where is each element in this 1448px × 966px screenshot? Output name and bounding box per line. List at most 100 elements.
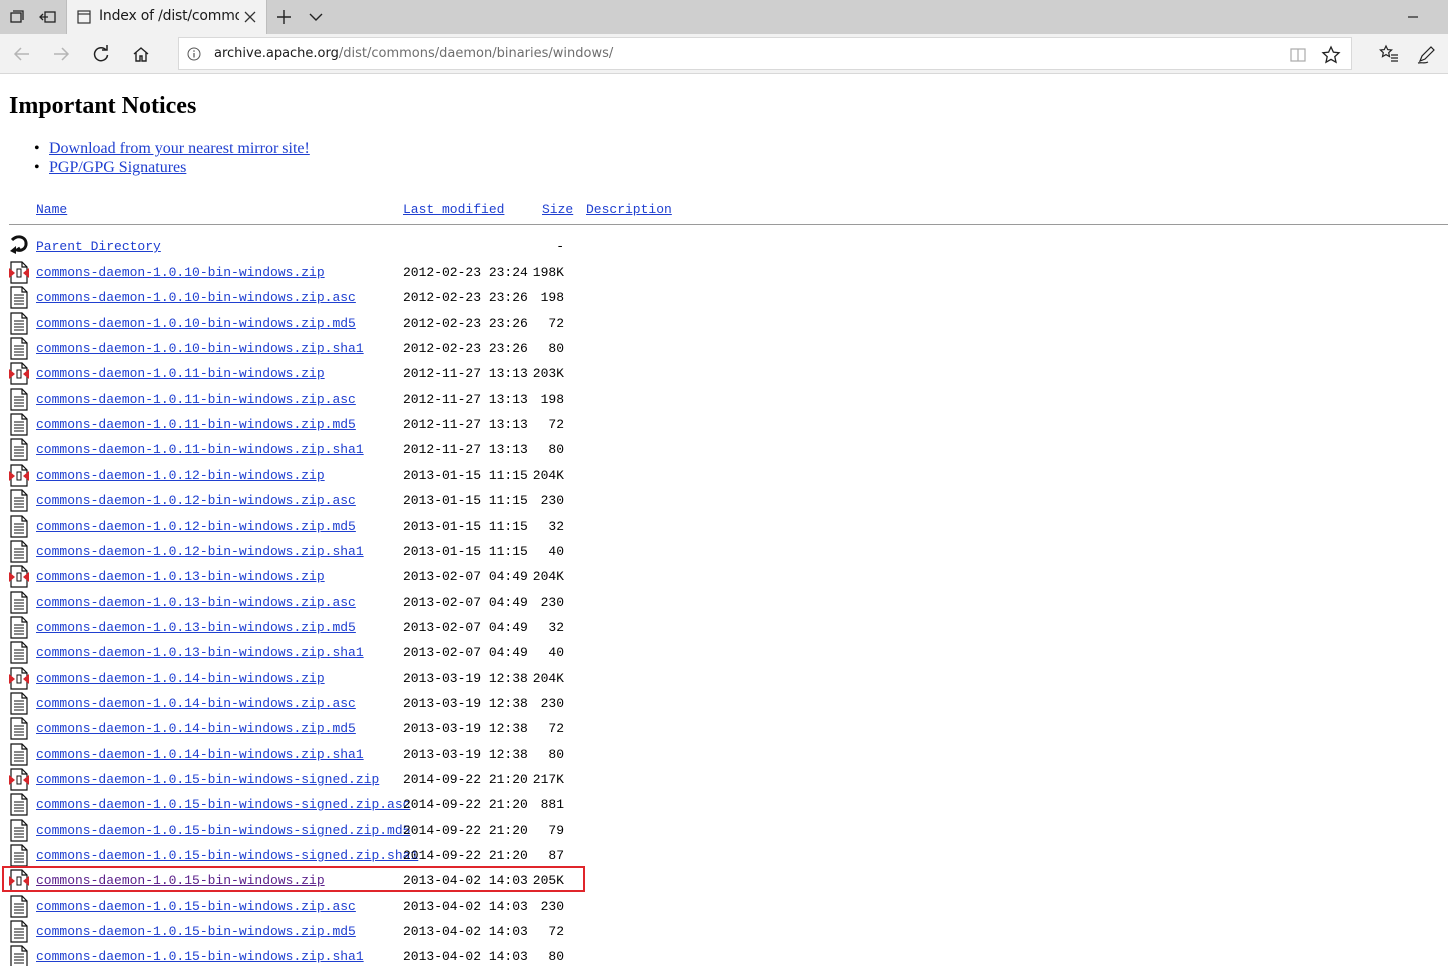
favorites-hub-icon[interactable] — [1378, 43, 1400, 65]
navigation-bar: archive.apache.org/dist/commons/daemon/b… — [0, 34, 1448, 74]
refresh-icon[interactable] — [91, 44, 111, 64]
sort-by-size-link[interactable]: Size — [542, 202, 573, 217]
file-link[interactable]: commons-daemon-1.0.14-bin-windows.zip.as… — [36, 696, 356, 711]
file-size: 72 — [548, 316, 564, 331]
parent-directory-link[interactable]: Parent Directory — [36, 239, 161, 254]
url-path: /dist/commons/daemon/binaries/windows/ — [338, 46, 614, 61]
file-link[interactable]: commons-daemon-1.0.11-bin-windows.zip — [36, 366, 325, 381]
file-link[interactable]: commons-daemon-1.0.12-bin-windows.zip.md… — [36, 519, 356, 534]
file-link[interactable]: commons-daemon-1.0.14-bin-windows.zip — [36, 671, 325, 686]
file-date: 2013-02-07 04:49 — [403, 595, 528, 610]
text-file-icon — [8, 716, 30, 740]
file-date: 2013-03-19 12:38 — [403, 721, 528, 736]
sort-by-date-link[interactable]: Last modified — [403, 202, 504, 217]
text-file-icon — [8, 843, 30, 867]
info-icon[interactable] — [187, 47, 201, 61]
table-row: commons-daemon-1.0.14-bin-windows.zip.as… — [0, 691, 700, 716]
new-tab-icon[interactable] — [275, 8, 293, 26]
file-link[interactable]: commons-daemon-1.0.10-bin-windows.zip.md… — [36, 316, 356, 331]
signatures-link[interactable]: PGP/GPG Signatures — [49, 159, 186, 176]
file-link[interactable]: commons-daemon-1.0.12-bin-windows.zip.sh… — [36, 544, 364, 559]
file-link[interactable]: commons-daemon-1.0.13-bin-windows.zip.as… — [36, 595, 356, 610]
file-date: 2013-01-15 11:15 — [403, 493, 528, 508]
compressed-file-icon — [8, 868, 30, 892]
favorite-star-icon[interactable] — [1321, 45, 1341, 65]
file-date: 2013-01-15 11:15 — [403, 544, 528, 559]
file-link[interactable]: commons-daemon-1.0.15-bin-windows.zip — [36, 873, 325, 888]
file-link[interactable]: commons-daemon-1.0.14-bin-windows.zip.md… — [36, 721, 356, 736]
parent-size: - — [556, 239, 564, 254]
file-link[interactable]: commons-daemon-1.0.10-bin-windows.zip — [36, 265, 325, 280]
file-date: 2012-11-27 13:13 — [403, 366, 528, 381]
file-link[interactable]: commons-daemon-1.0.15-bin-windows.zip.as… — [36, 899, 356, 914]
file-link[interactable]: commons-daemon-1.0.11-bin-windows.zip.md… — [36, 417, 356, 432]
file-link[interactable]: commons-daemon-1.0.12-bin-windows.zip.as… — [36, 493, 356, 508]
file-size: 230 — [540, 696, 564, 711]
file-link[interactable]: commons-daemon-1.0.15-bin-windows-signed… — [36, 823, 410, 838]
file-link[interactable]: commons-daemon-1.0.15-bin-windows-signed… — [36, 848, 418, 863]
back-icon[interactable] — [12, 44, 32, 64]
set-tabs-aside-icon[interactable] — [38, 7, 58, 27]
file-size: 204K — [532, 671, 564, 686]
file-date: 2013-02-07 04:49 — [403, 569, 528, 584]
chevron-down-icon[interactable] — [307, 8, 325, 26]
file-link[interactable]: commons-daemon-1.0.13-bin-windows.zip.md… — [36, 620, 356, 635]
column-header-name[interactable]: Name — [36, 201, 67, 218]
reading-view-icon[interactable] — [1289, 46, 1307, 64]
file-size: 198 — [540, 392, 564, 407]
column-header-size[interactable]: Size — [542, 201, 573, 218]
file-link[interactable]: commons-daemon-1.0.15-bin-windows.zip.md… — [36, 924, 356, 939]
file-size: 230 — [540, 493, 564, 508]
forward-icon[interactable] — [51, 44, 71, 64]
table-row: commons-daemon-1.0.12-bin-windows.zip.sh… — [0, 539, 700, 564]
list-item: • Download from your nearest mirror site! — [31, 139, 310, 158]
minimize-icon[interactable] — [1404, 8, 1422, 26]
table-row: commons-daemon-1.0.13-bin-windows.zip.sh… — [0, 640, 700, 665]
file-link[interactable]: commons-daemon-1.0.15-bin-windows.zip.sh… — [36, 949, 364, 964]
file-size: 204K — [532, 468, 564, 483]
file-date: 2013-01-15 11:15 — [403, 468, 528, 483]
column-header-description[interactable]: Description — [586, 201, 672, 218]
sort-by-description-link[interactable]: Description — [586, 202, 672, 217]
file-link[interactable]: commons-daemon-1.0.15-bin-windows-signed… — [36, 772, 379, 787]
file-size: 87 — [548, 848, 564, 863]
divider — [9, 224, 1448, 225]
close-tab-icon[interactable] — [242, 9, 258, 25]
compressed-file-icon — [8, 260, 30, 284]
file-link[interactable]: commons-daemon-1.0.12-bin-windows.zip — [36, 468, 325, 483]
tab-bar: Index of /dist/commons — [0, 0, 1448, 34]
address-bar[interactable]: archive.apache.org/dist/commons/daemon/b… — [178, 37, 1352, 70]
table-row: commons-daemon-1.0.15-bin-windows.zip.sh… — [0, 944, 700, 966]
file-link[interactable]: commons-daemon-1.0.13-bin-windows.zip — [36, 569, 325, 584]
file-size: 32 — [548, 620, 564, 635]
text-file-icon — [8, 488, 30, 512]
mirror-site-link[interactable]: Download from your nearest mirror site! — [49, 140, 310, 157]
table-row: commons-daemon-1.0.15-bin-windows.zip.md… — [0, 919, 700, 944]
url-text[interactable]: archive.apache.org/dist/commons/daemon/b… — [214, 46, 613, 64]
table-row: commons-daemon-1.0.15-bin-windows-signed… — [0, 792, 700, 817]
file-link[interactable]: commons-daemon-1.0.10-bin-windows.zip.as… — [36, 290, 356, 305]
tab-preview-icon[interactable] — [7, 7, 27, 27]
file-link[interactable]: commons-daemon-1.0.14-bin-windows.zip.sh… — [36, 747, 364, 762]
table-row: commons-daemon-1.0.14-bin-windows.zip.md… — [0, 716, 700, 741]
pen-icon[interactable] — [1416, 43, 1438, 65]
file-link[interactable]: commons-daemon-1.0.10-bin-windows.zip.sh… — [36, 341, 364, 356]
table-row: commons-daemon-1.0.13-bin-windows.zip.md… — [0, 615, 700, 640]
text-file-icon — [8, 615, 30, 639]
file-date: 2012-02-23 23:24 — [403, 265, 528, 280]
page-title: Important Notices — [9, 93, 197, 119]
file-date: 2012-11-27 13:13 — [403, 417, 528, 432]
url-host: archive.apache.org — [214, 46, 339, 61]
column-header-last-modified[interactable]: Last modified — [403, 201, 504, 218]
file-link[interactable]: commons-daemon-1.0.11-bin-windows.zip.as… — [36, 392, 356, 407]
file-link[interactable]: commons-daemon-1.0.15-bin-windows-signed… — [36, 797, 410, 812]
sort-by-name-link[interactable]: Name — [36, 202, 67, 217]
home-icon[interactable] — [131, 44, 151, 64]
file-size: 881 — [540, 797, 564, 812]
compressed-file-icon — [8, 767, 30, 791]
file-link[interactable]: commons-daemon-1.0.11-bin-windows.zip.sh… — [36, 442, 364, 457]
table-row: commons-daemon-1.0.11-bin-windows.zip 201… — [0, 361, 700, 386]
table-row: commons-daemon-1.0.11-bin-windows.zip.md… — [0, 412, 700, 437]
tab-active[interactable]: Index of /dist/commons — [66, 0, 267, 34]
file-link[interactable]: commons-daemon-1.0.13-bin-windows.zip.sh… — [36, 645, 364, 660]
